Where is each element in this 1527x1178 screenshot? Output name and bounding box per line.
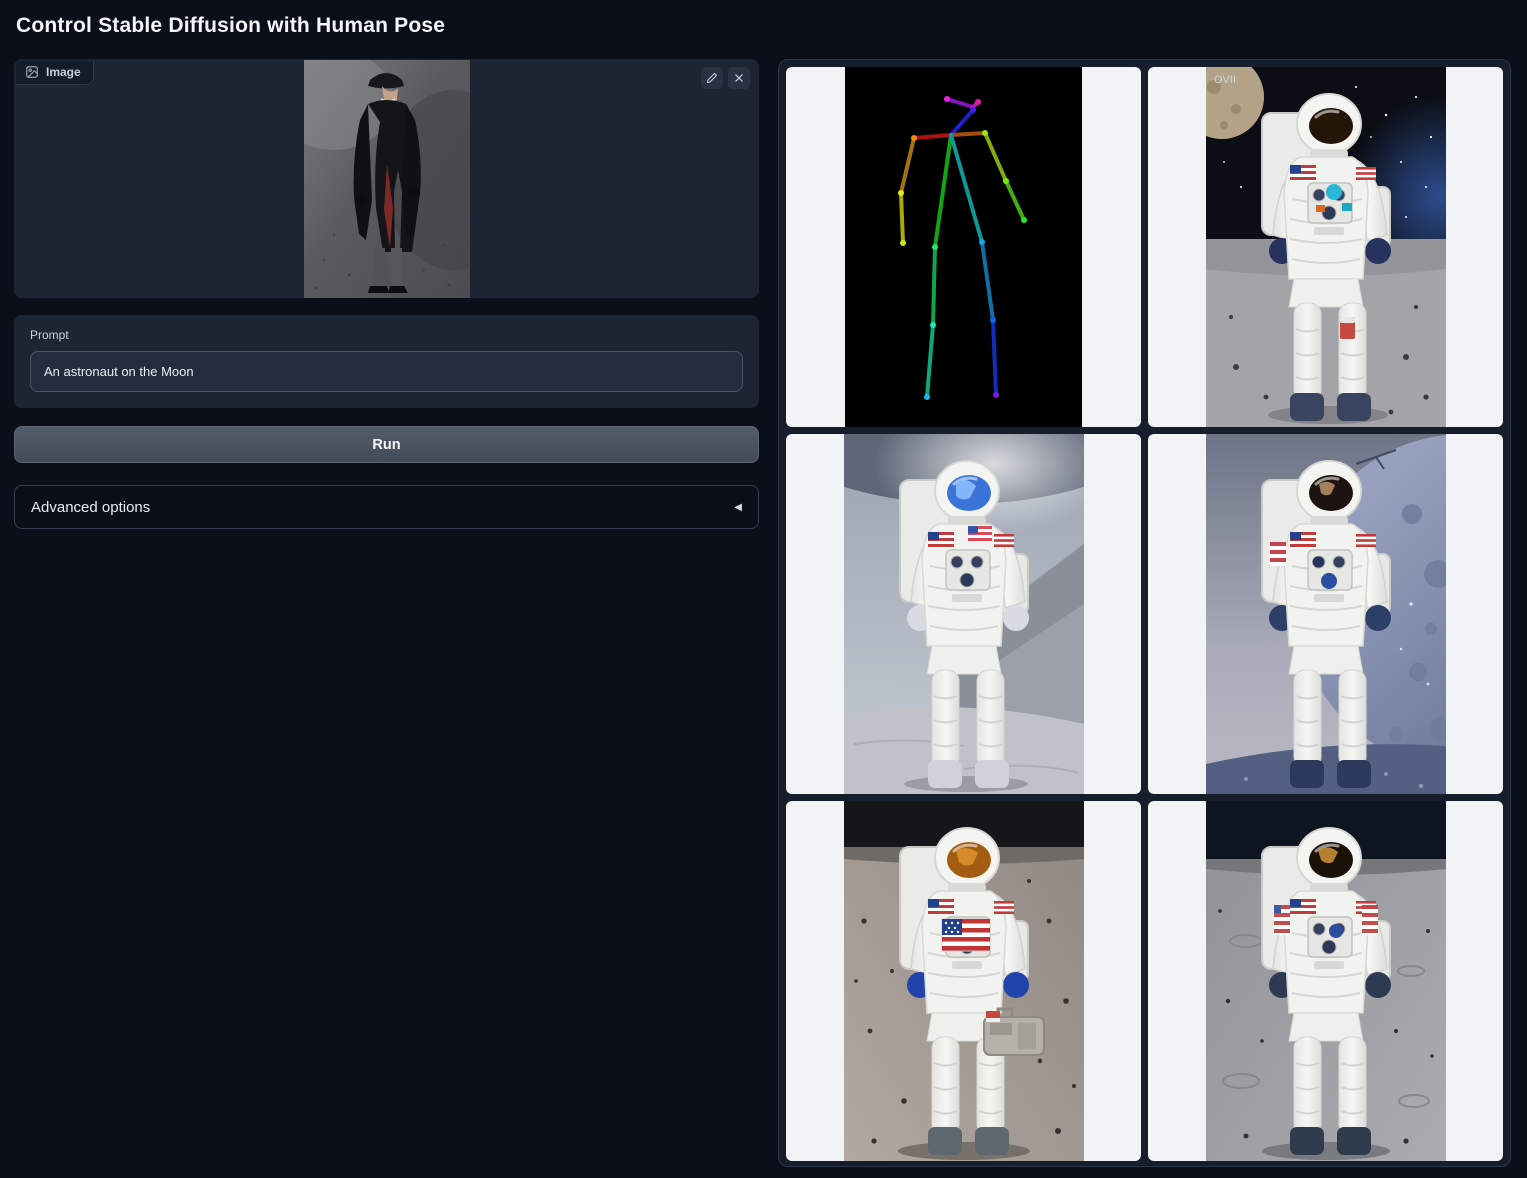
openpose-skeleton-image [845,67,1082,427]
astronaut-image-3 [1206,434,1446,794]
prompt-label: Prompt [30,328,743,342]
astronaut-image-2 [844,434,1084,794]
advanced-options-accordion[interactable]: Advanced options ◀ [14,485,759,529]
controls-column: Image [14,59,759,529]
run-button[interactable]: Run [14,426,759,463]
accordion-collapse-icon: ◀ [734,502,742,513]
gallery-item-astronaut-3[interactable] [1148,434,1503,794]
close-icon [733,72,745,84]
main-layout: Image [14,59,1511,1167]
artifact-text: OVII [1214,74,1236,86]
output-gallery: OVII [778,59,1511,1167]
input-image-preview[interactable] [14,59,759,298]
gallery-item-astronaut-1[interactable]: OVII [1148,67,1503,427]
page-title: Control Stable Diffusion with Human Pose [14,14,1511,38]
pencil-icon [706,72,718,84]
image-icon [25,65,39,79]
astronaut-image-5 [1206,801,1446,1161]
astronaut-image-1: OVII [1206,67,1446,427]
image-actions [701,67,750,89]
astronaut-image-4 [844,801,1084,1161]
input-image-man-in-overcoat [304,60,470,298]
image-input-label-text: Image [46,65,81,79]
gallery-item-astronaut-2[interactable] [786,434,1141,794]
edit-image-button[interactable] [701,67,723,89]
prompt-input[interactable] [30,351,743,392]
image-input-panel: Image [14,59,759,298]
gallery-item-astronaut-5[interactable] [1148,801,1503,1161]
prompt-panel: Prompt [14,315,759,408]
gallery-item-astronaut-4[interactable] [786,801,1141,1161]
image-input-label: Image [16,61,94,85]
gallery-item-pose-skeleton[interactable] [786,67,1141,427]
app-root: Control Stable Diffusion with Human Pose… [0,0,1527,1178]
advanced-options-label: Advanced options [31,499,150,516]
clear-image-button[interactable] [728,67,750,89]
